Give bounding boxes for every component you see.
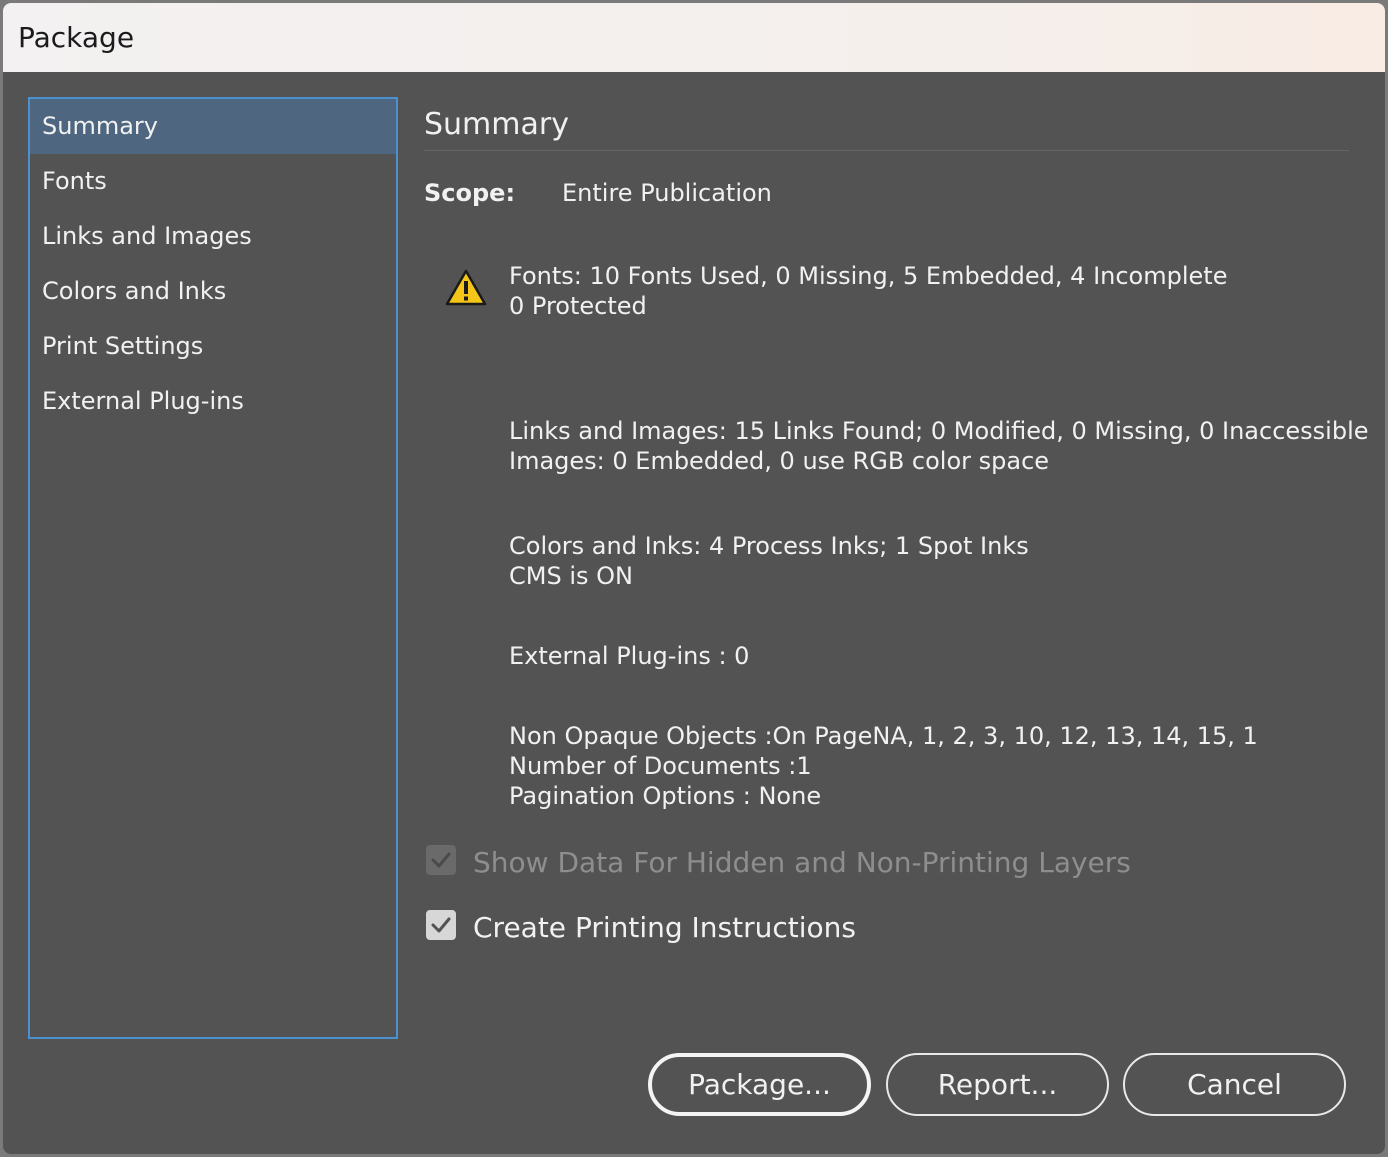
links-summary-line: Links and Images: 15 Links Found; 0 Modi…	[509, 417, 1369, 445]
create-printing-instructions-label[interactable]: Create Printing Instructions	[473, 911, 856, 944]
sidebar-item-print-settings[interactable]: Print Settings	[30, 319, 396, 374]
plugins-summary-line: External Plug-ins : 0	[509, 642, 750, 670]
scope-value: Entire Publication	[562, 179, 772, 207]
title-bar: Package	[3, 3, 1385, 72]
sidebar-item-summary[interactable]: Summary	[30, 99, 396, 154]
warning-triangle-icon	[445, 269, 487, 307]
category-list[interactable]: Summary Fonts Links and Images Colors an…	[28, 97, 398, 1039]
cms-status-line: CMS is ON	[509, 562, 633, 590]
checkmark-icon	[431, 852, 451, 868]
cancel-button[interactable]: Cancel	[1123, 1053, 1346, 1116]
fonts-summary-line: Fonts: 10 Fonts Used, 0 Missing, 5 Embed…	[509, 262, 1228, 290]
sidebar-item-links-and-images[interactable]: Links and Images	[30, 209, 396, 264]
show-hidden-layers-label[interactable]: Show Data For Hidden and Non-Printing La…	[473, 846, 1131, 879]
show-hidden-layers-checkbox[interactable]	[426, 845, 456, 875]
checkmark-icon	[431, 917, 451, 933]
non-opaque-objects-line: Non Opaque Objects :On PageNA, 1, 2, 3, …	[509, 722, 1259, 750]
colors-summary-line: Colors and Inks: 4 Process Inks; 1 Spot …	[509, 532, 1029, 560]
sidebar-item-fonts[interactable]: Fonts	[30, 154, 396, 209]
fonts-protected-line: 0 Protected	[509, 292, 647, 320]
documents-count-line: Number of Documents :1	[509, 752, 812, 780]
package-dialog: Package Summary Fonts Links and Images C…	[3, 3, 1385, 1154]
sidebar-item-external-plug-ins[interactable]: External Plug-ins	[30, 374, 396, 429]
sidebar-item-colors-and-inks[interactable]: Colors and Inks	[30, 264, 396, 319]
dialog-title: Package	[18, 21, 135, 54]
pagination-options-line: Pagination Options : None	[509, 782, 822, 810]
report-button[interactable]: Report...	[886, 1053, 1109, 1116]
scope-label: Scope:	[424, 179, 516, 207]
package-button[interactable]: Package...	[648, 1053, 871, 1116]
section-title: Summary	[424, 107, 569, 142]
create-printing-instructions-checkbox[interactable]	[426, 910, 456, 940]
section-divider	[424, 150, 1349, 151]
images-summary-line: Images: 0 Embedded, 0 use RGB color spac…	[509, 447, 1050, 475]
